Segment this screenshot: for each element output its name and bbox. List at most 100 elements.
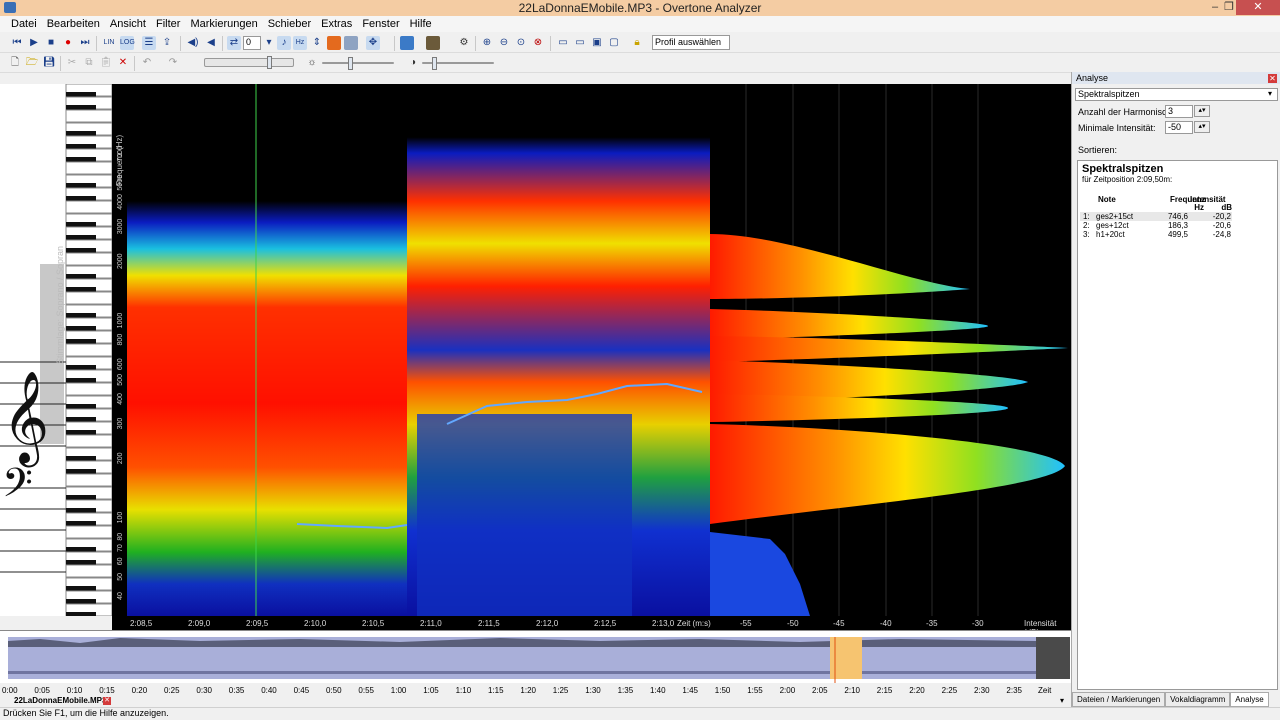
bars-icon[interactable]: [426, 36, 440, 50]
gear-icon[interactable]: ⚙: [457, 36, 471, 50]
skip-forward-icon[interactable]: ⏭: [78, 36, 92, 50]
close-tab-icon[interactable]: ✕: [103, 697, 111, 705]
menu-bearbeiten[interactable]: Bearbeiten: [42, 16, 105, 32]
status-bar: Drücken Sie F1, um die Hilfe anzuzeigen.: [0, 707, 1280, 720]
maximize-icon[interactable]: ❐: [1222, 0, 1236, 15]
spectrogram-view[interactable]: [127, 84, 710, 616]
color-map-icon[interactable]: [327, 36, 341, 50]
overview-time-tick: 0:05: [34, 686, 50, 695]
delete-icon[interactable]: ✕: [116, 56, 130, 70]
layout-4-icon[interactable]: ▢: [607, 36, 621, 50]
document-tab[interactable]: 22LaDonnaEMobile.MP3: [14, 696, 106, 705]
min-intensity-stepper[interactable]: ▴▾: [1194, 121, 1210, 133]
layout-3-icon[interactable]: ▣: [590, 36, 604, 50]
piano-keyboard[interactable]: 𝄞 𝄢 Stimmlage: Soprano / Sopran: [0, 84, 112, 616]
position-slider[interactable]: [204, 56, 294, 69]
cut-icon[interactable]: ✂: [65, 56, 79, 70]
undo-icon[interactable]: ↶: [140, 56, 154, 70]
log-scale-icon[interactable]: LOG: [120, 36, 135, 50]
pitch-icon[interactable]: ⇕: [310, 36, 324, 50]
harmonics-input[interactable]: 3: [1165, 105, 1193, 118]
min-intensity-input[interactable]: -50: [1165, 121, 1193, 134]
frequency-tick: 1000: [117, 313, 124, 329]
close-icon[interactable]: ✕: [1268, 74, 1277, 83]
loop-icon[interactable]: ⇄: [227, 36, 241, 50]
overview-time-tick: 2:20: [909, 686, 925, 695]
overview-time-tick: 2:00: [779, 686, 796, 695]
time-tick: 2:08,5: [130, 619, 153, 628]
menu-schieber[interactable]: Schieber: [263, 16, 316, 32]
status-text: Drücken Sie F1, um die Hilfe anzuzeigen.: [3, 708, 169, 718]
skip-back-icon[interactable]: ⏮: [10, 36, 24, 50]
copy-icon[interactable]: ⧉: [82, 56, 96, 70]
intensity-tick: -35: [926, 619, 938, 628]
linear-scale-icon[interactable]: LIN: [102, 36, 116, 50]
overview-time-tick: 1:45: [682, 686, 698, 695]
minimize-icon[interactable]: –: [1208, 0, 1222, 15]
col-int-unit: dB: [1221, 203, 1232, 212]
window-title: 22LaDonnaEMobile.MP3 - Overtone Analyzer: [518, 1, 762, 15]
tab-files-markers[interactable]: Dateien / Markierungen: [1072, 692, 1166, 707]
contrast-slider[interactable]: [422, 57, 494, 70]
export-icon[interactable]: ⇪: [160, 36, 174, 50]
menu-fenster[interactable]: Fenster: [357, 16, 404, 32]
overview-time-tick: 2:35: [1006, 686, 1022, 695]
overview-time-tick: 1:00: [390, 686, 407, 695]
redo-icon[interactable]: ↷: [166, 56, 180, 70]
new-file-icon[interactable]: 🗋: [8, 56, 22, 70]
stop-icon[interactable]: ■: [44, 36, 58, 50]
analysis-panel: Analyse ✕ Spektralspitzen ▾ Anzahl der H…: [1071, 72, 1280, 707]
mute-icon[interactable]: ◀: [204, 36, 218, 50]
menu-filter[interactable]: Filter: [151, 16, 185, 32]
overview-time-tick: 0:40: [261, 686, 277, 695]
overview-time-tick: 1:10: [455, 686, 472, 695]
view-icon[interactable]: [400, 36, 414, 50]
menu-markierungen[interactable]: Markierungen: [185, 16, 262, 32]
play-icon[interactable]: ▶: [27, 36, 41, 50]
spectrum-view[interactable]: [710, 84, 1071, 616]
overview-waveform[interactable]: 0:00 0:05 0:10 0:15 0:20 0:25 0:30 0:35 0:40 0:45…: [0, 630, 1071, 704]
hz-icon[interactable]: Hz: [293, 36, 307, 50]
intensity-tick: -50: [787, 619, 799, 628]
zoom-in-icon[interactable]: ⊕: [480, 36, 494, 50]
menu-ansicht[interactable]: Ansicht: [105, 16, 151, 32]
profile-select[interactable]: Profil auswählen: [652, 35, 730, 50]
brightness-slider[interactable]: [322, 57, 394, 70]
lock-icon[interactable]: 🔒︎: [630, 36, 644, 50]
paste-icon[interactable]: 📋︎: [99, 56, 113, 70]
layout-1-icon[interactable]: ▭: [556, 36, 570, 50]
voice-range-label: Stimmlage: Soprano / Sopran: [55, 245, 65, 364]
align-icon[interactable]: ☰: [142, 36, 156, 50]
menu-datei[interactable]: Datei: [6, 16, 42, 32]
menu-extras[interactable]: Extras: [316, 16, 357, 32]
mode-select[interactable]: Spektralspitzen: [1075, 88, 1278, 101]
zoom-reset-icon[interactable]: ⊗: [531, 36, 545, 50]
close-icon[interactable]: ✕: [1236, 0, 1280, 15]
save-icon[interactable]: 💾︎: [42, 56, 56, 70]
volume-icon[interactable]: ◀): [186, 36, 200, 50]
overview-time-tick: 1:05: [423, 686, 439, 695]
record-icon[interactable]: ●: [61, 36, 75, 50]
tab-analysis[interactable]: Analyse: [1230, 692, 1269, 707]
overview-time-tick: 1:35: [617, 686, 634, 695]
frequency-axis: Frequenz (Hz) 7000 5000 4000 3000 2000 1000 80…: [112, 84, 127, 616]
brightness-icon: ☼: [307, 57, 317, 68]
tab-vowel-diagram[interactable]: Vokaldiagramm: [1165, 692, 1231, 707]
layout-2-icon[interactable]: ▭: [573, 36, 587, 50]
chevron-down-icon[interactable]: ▾: [1268, 89, 1272, 98]
cursor-icon[interactable]: ✥: [366, 36, 380, 50]
time-tick: 2:12,0: [536, 619, 559, 628]
overview-time-tick: 0:00: [2, 686, 18, 695]
open-folder-icon[interactable]: 🗁: [25, 56, 39, 70]
harmonics-stepper[interactable]: ▴▾: [1194, 105, 1210, 117]
menu-hilfe[interactable]: Hilfe: [405, 16, 437, 32]
gray-map-icon[interactable]: [344, 36, 358, 50]
zoom-fit-icon[interactable]: ⊙: [514, 36, 528, 50]
overview-time-tick: 1:55: [747, 686, 763, 695]
harmonic-field[interactable]: 0: [243, 36, 261, 50]
chevron-down-icon[interactable]: ▾: [262, 36, 276, 50]
zoom-out-icon[interactable]: ⊖: [497, 36, 511, 50]
note-icon[interactable]: ♪: [277, 36, 291, 50]
frequency-tick: 4000: [117, 194, 124, 210]
chevron-down-icon[interactable]: ▾: [1060, 696, 1064, 705]
